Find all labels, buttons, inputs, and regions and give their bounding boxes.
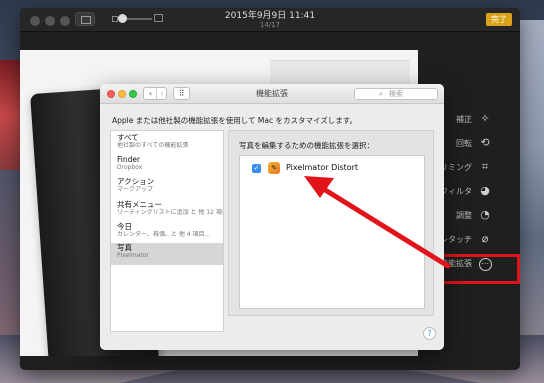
pixelmator-app-icon: ✎ xyxy=(268,162,280,174)
category-sub: Pixelmator xyxy=(117,252,149,259)
search-placeholder: 検索 xyxy=(389,90,403,98)
tool-rotate-label: 回転 xyxy=(456,139,472,148)
wallpaper-left-edge xyxy=(0,60,20,170)
extension-detail-pane: 写真を編集するための機能拡張を選択： ✓ ✎ Pixelmator Distor… xyxy=(228,130,434,316)
category-sub: Dropbox xyxy=(117,164,143,171)
category-sub: カレンダー、株価、と 他 4 項目... xyxy=(117,231,211,238)
search-icon: ⌕ xyxy=(379,90,383,98)
category-action[interactable]: アクション マークアップ xyxy=(111,177,223,194)
category-name: Finder xyxy=(117,155,141,164)
category-name: 今日 xyxy=(117,222,132,231)
tool-adjust-label: 調整 xyxy=(456,211,472,220)
tool-retouch-label: レタッチ xyxy=(440,235,472,244)
search-input[interactable]: ⌕ 検索 xyxy=(354,88,438,100)
done-button[interactable]: 完了 xyxy=(486,13,512,26)
photos-titlebar: 2015年9月9日 11:41 14/17 完了 xyxy=(20,8,520,32)
photo-counter: 14/17 xyxy=(259,21,281,29)
category-finder[interactable]: Finder Dropbox xyxy=(111,155,223,172)
pane-heading: 写真を編集するための機能拡張を選択： xyxy=(239,141,374,150)
category-sub: リーディングリストに追加 と 他 12 項目... xyxy=(117,209,223,216)
help-button[interactable]: ? xyxy=(423,327,436,340)
category-photos[interactable]: 写真 Pixelmator xyxy=(111,243,223,265)
category-sub: 他社製のすべての機能拡張 xyxy=(117,142,189,149)
annotation-highlight-box xyxy=(438,254,520,284)
extension-category-list: すべて 他社製のすべての機能拡張 Finder Dropbox アクション マー… xyxy=(110,130,224,332)
wallpaper-right-edge xyxy=(520,20,544,383)
tool-enhance-label: 補正 xyxy=(456,115,472,124)
extension-checkbox[interactable]: ✓ xyxy=(252,164,261,173)
prefs-titlebar: ‹ › ⠿ 機能拡張 ⌕ 検索 xyxy=(100,84,444,104)
crop-icon: ⌗ xyxy=(481,160,489,173)
category-today[interactable]: 今日 カレンダー、株価、と 他 4 項目... xyxy=(111,222,223,239)
category-name: 共有メニュー xyxy=(117,200,162,209)
category-name: 写真 xyxy=(117,243,132,252)
category-all[interactable]: すべて 他社製のすべての機能拡張 xyxy=(111,133,223,150)
rotate-icon: ⟲ xyxy=(480,136,490,149)
tool-filter-label: フィルタ xyxy=(440,187,472,196)
category-sub: マークアップ xyxy=(117,186,154,193)
adjust-icon: ◔ xyxy=(480,208,490,221)
prefs-description: Apple または他社製の機能拡張を使用して Mac をカスタマイズします。 xyxy=(112,116,357,125)
category-name: アクション xyxy=(117,177,155,186)
category-name: すべて xyxy=(117,133,139,142)
photo-date-title: 2015年9月9日 11:41 xyxy=(224,11,316,21)
magic-wand-icon: ✧ xyxy=(480,112,490,125)
category-share-menu[interactable]: 共有メニュー リーディングリストに追加 と 他 12 項目... xyxy=(111,200,223,217)
extension-list: ✓ ✎ Pixelmator Distort xyxy=(239,155,425,309)
bandage-icon: ⌀ xyxy=(481,232,489,245)
extension-name: Pixelmator Distort xyxy=(286,163,359,172)
filter-icon: ◕ xyxy=(480,184,490,197)
extensions-preferences-window: ‹ › ⠿ 機能拡張 ⌕ 検索 Apple または他社製の機能拡張を使用して M… xyxy=(100,84,444,350)
